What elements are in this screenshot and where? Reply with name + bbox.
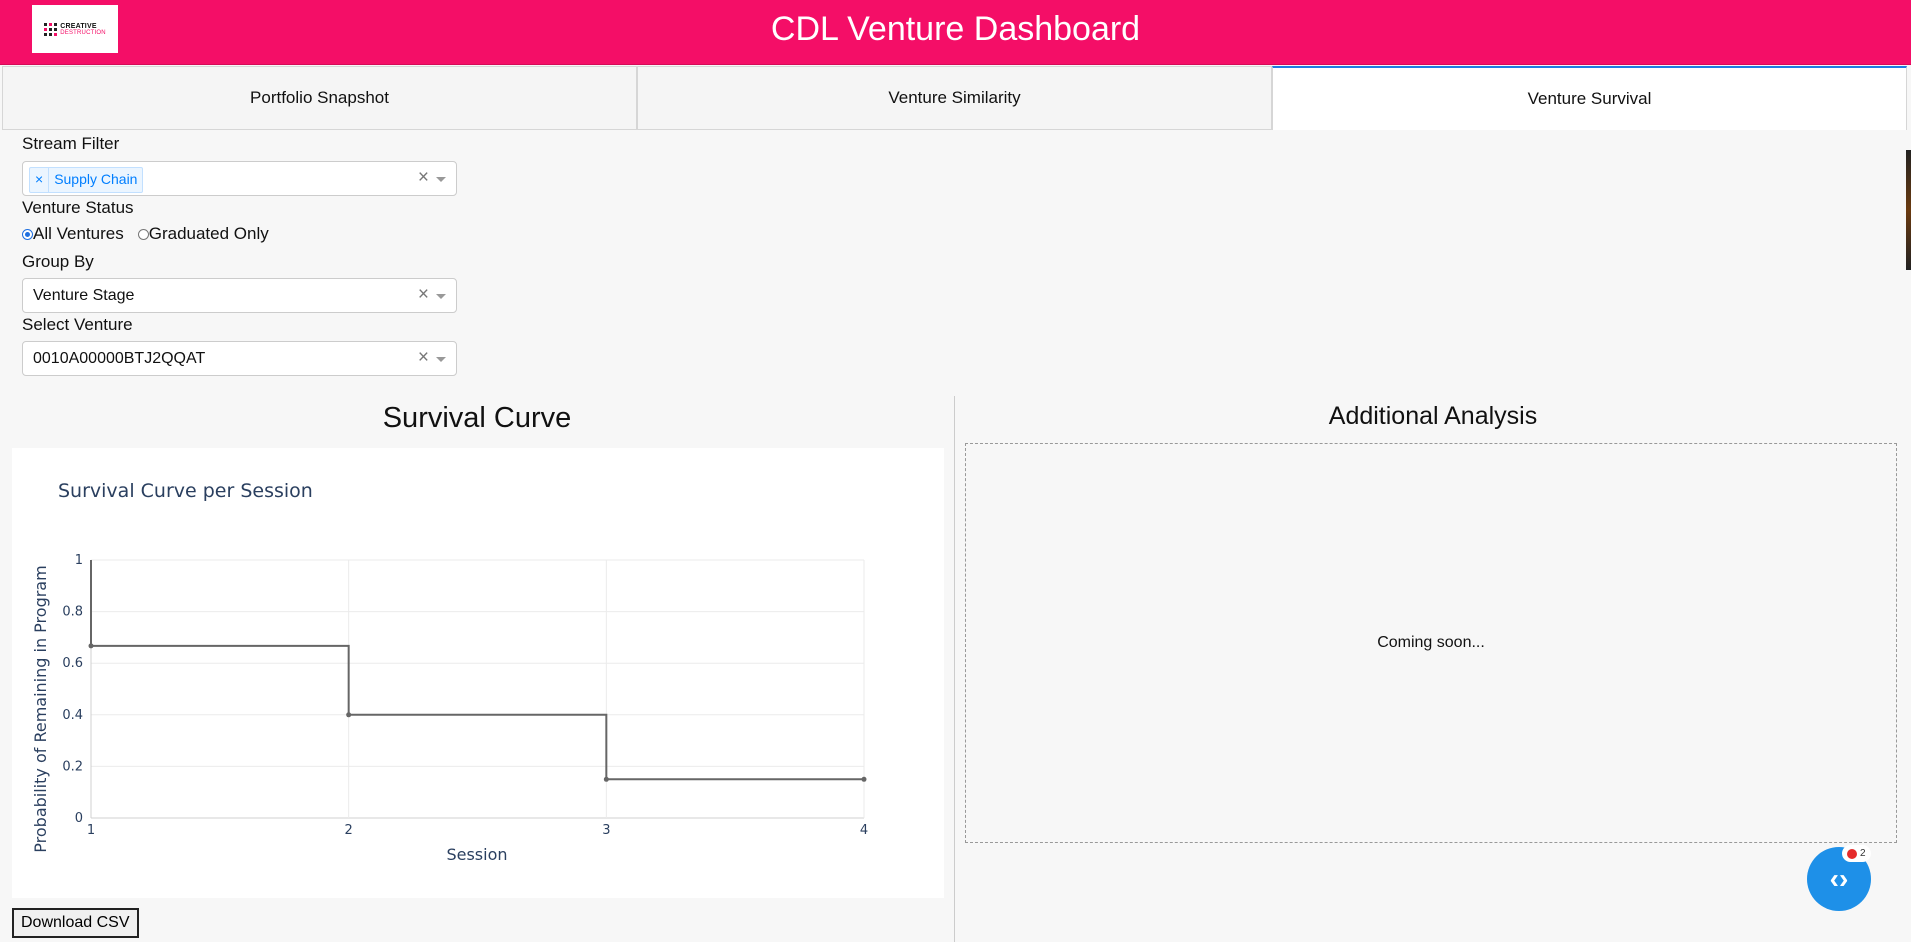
- chart-ticks: 0 0.2 0.4 0.6 0.8 1 1 2 3 4: [62, 553, 868, 838]
- survival-point[interactable]: [88, 643, 94, 649]
- additional-analysis-heading: Additional Analysis: [1328, 402, 1538, 430]
- y-tick-label: 0: [75, 811, 83, 826]
- page-title: CDL Venture Dashboard: [770, 10, 1141, 48]
- venture-status-radio-group: All Ventures Graduated Only: [22, 224, 269, 244]
- tab-venture-similarity[interactable]: Venture Similarity: [637, 66, 1272, 130]
- chevron-down-icon[interactable]: [436, 294, 446, 299]
- app-header: CREATIVE DESTRUCTION CDL Venture Dashboa…: [0, 0, 1911, 65]
- radio-all-ventures-label[interactable]: All Ventures: [33, 224, 124, 244]
- y-axis-label: Probability of Remaining in Program: [31, 565, 50, 852]
- venture-status-label: Venture Status: [22, 198, 134, 217]
- survival-point[interactable]: [346, 712, 352, 718]
- y-tick-label: 0.8: [62, 605, 83, 620]
- chip-label: Supply Chain: [54, 171, 138, 187]
- chart-title: Survival Curve per Session: [58, 480, 313, 502]
- x-tick-label: 2: [345, 823, 353, 838]
- radio-graduated-only-label[interactable]: Graduated Only: [149, 224, 269, 244]
- group-by-dropdown[interactable]: Venture Stage ×: [22, 278, 457, 313]
- tab-venture-survival[interactable]: Venture Survival: [1272, 66, 1907, 130]
- select-venture-label: Select Venture: [22, 315, 133, 334]
- survival-point[interactable]: [603, 776, 609, 782]
- y-tick-label: 0.2: [62, 759, 83, 774]
- survival-chart-svg: Survival Curve per Session Session Proba…: [31, 480, 868, 864]
- y-tick-label: 0.4: [62, 708, 83, 723]
- chevron-down-icon[interactable]: [436, 177, 446, 182]
- y-tick-label: 0.6: [62, 656, 83, 671]
- clear-icon[interactable]: ×: [418, 347, 429, 369]
- stream-filter-dropdown[interactable]: × Supply Chain ×: [22, 161, 457, 196]
- group-by-label: Group By: [22, 252, 94, 271]
- error-dot-icon: [1847, 848, 1857, 859]
- tab-portfolio-snapshot[interactable]: Portfolio Snapshot: [2, 66, 637, 130]
- y-tick-label: 1: [75, 553, 83, 568]
- survival-curve-heading: Survival Curve: [382, 402, 572, 434]
- stream-filter-label: Stream Filter: [22, 134, 120, 153]
- chart-series: [88, 560, 867, 782]
- x-tick-label: 4: [860, 823, 868, 838]
- error-count: 2: [1860, 848, 1866, 859]
- tab-bar: Portfolio Snapshot Venture Similarity Ve…: [2, 66, 1907, 132]
- x-axis-label: Session: [446, 845, 507, 864]
- clear-icon[interactable]: ×: [418, 284, 429, 306]
- select-venture-dropdown[interactable]: 0010A00000BTJ2QQAT ×: [22, 341, 457, 376]
- select-venture-value: 0010A00000BTJ2QQAT: [33, 350, 206, 367]
- stream-chip-supply-chain: × Supply Chain: [29, 167, 144, 193]
- code-brackets-icon: ‹›: [1829, 863, 1849, 894]
- chip-remove-icon[interactable]: ×: [30, 168, 50, 192]
- additional-analysis-box: Coming soon...: [965, 443, 1897, 843]
- group-by-value: Venture Stage: [33, 287, 135, 304]
- chevron-down-icon[interactable]: [436, 357, 446, 362]
- radio-all-ventures[interactable]: [22, 228, 33, 240]
- survival-point[interactable]: [861, 776, 867, 782]
- x-tick-label: 1: [87, 823, 95, 838]
- download-csv-button[interactable]: Download CSV: [12, 908, 139, 938]
- window-edge: [1906, 150, 1911, 270]
- radio-graduated-only[interactable]: [137, 228, 149, 240]
- coming-soon-message: Coming soon...: [1377, 634, 1485, 651]
- section-divider: [954, 396, 955, 942]
- x-tick-label: 3: [602, 823, 610, 838]
- survival-step-line: [90, 560, 864, 781]
- survival-curve-plot[interactable]: Survival Curve per Session Session Proba…: [12, 448, 944, 898]
- error-count-badge[interactable]: 2: [1842, 845, 1871, 862]
- clear-icon[interactable]: ×: [418, 167, 429, 189]
